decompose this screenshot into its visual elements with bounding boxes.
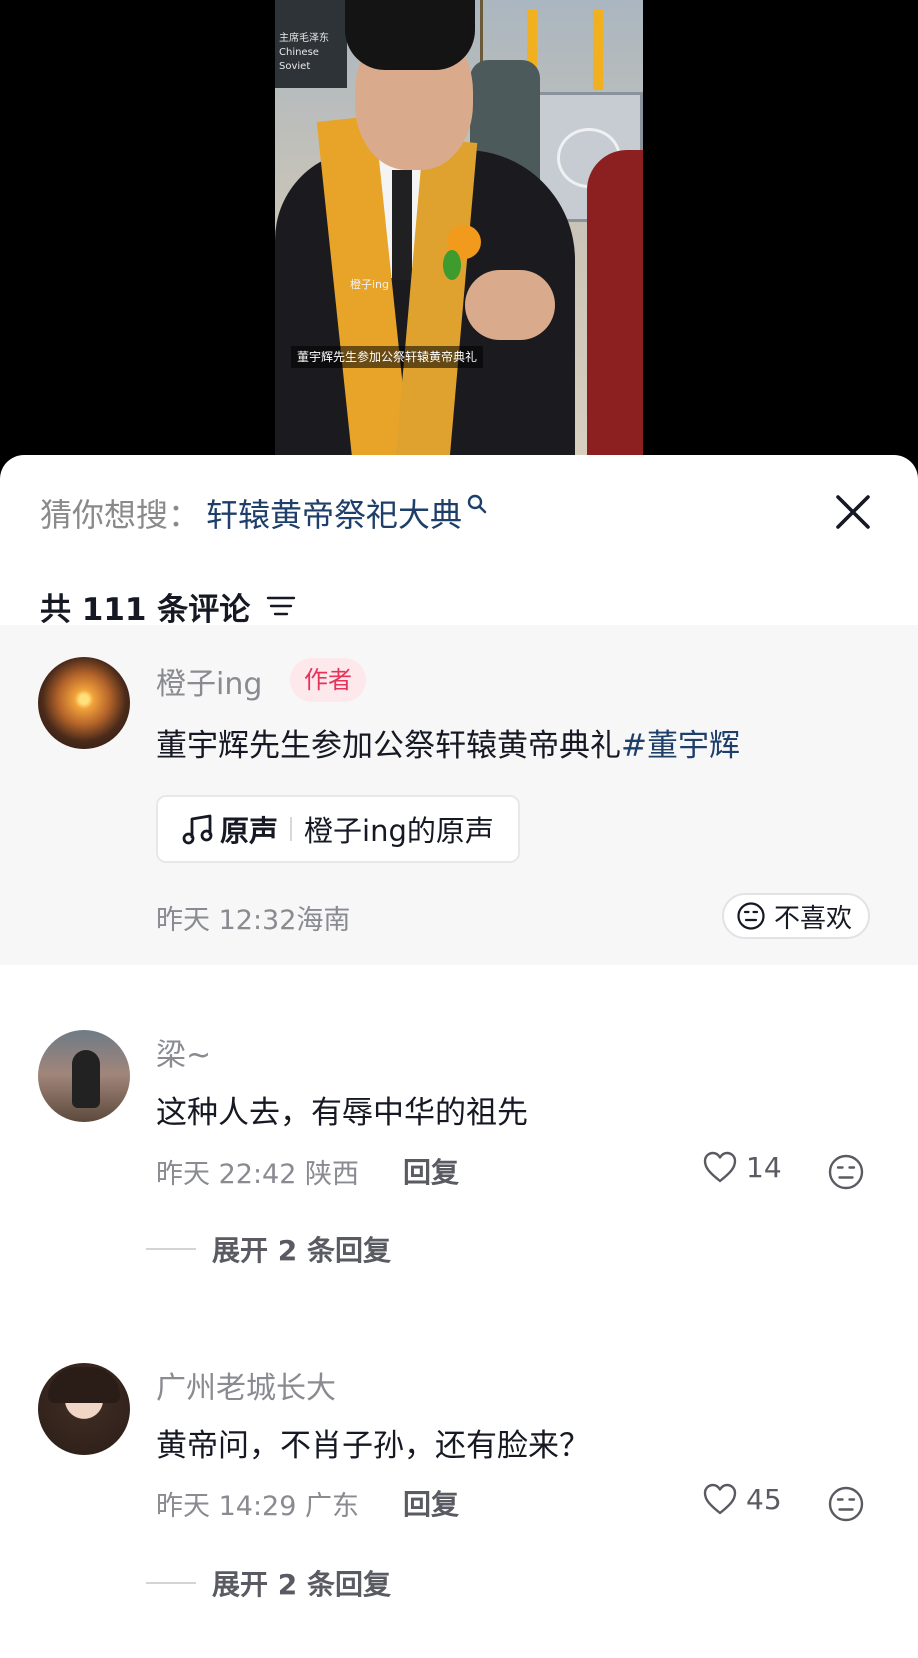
original-sound-chip[interactable]: 原声 橙子ing的原声 [156,795,520,863]
commenter-name[interactable]: 梁~ [156,1030,211,1074]
expand-replies-label: 展开 2 条回复 [212,1568,391,1601]
like-button[interactable]: 45 [702,1482,782,1516]
avatar-figure [72,1050,100,1108]
person-tie [392,170,412,280]
commenter-name[interactable]: 橙子ing [156,659,262,703]
like-count: 45 [746,1482,782,1516]
video-frame: 主席毛泽东 Chinese Soviet 橙子ing 董宇辉先生参加公祭轩辕黄帝… [275,0,643,470]
corsage-leaf [443,250,461,280]
dislike-button[interactable]: 不喜欢 [722,893,871,939]
person-hair [345,0,475,70]
video-player[interactable]: 主席毛泽东 Chinese Soviet 橙子ing 董宇辉先生参加公祭轩辕黄帝… [0,0,918,470]
comment-count-header: 共 111 条评论 [40,583,296,629]
music-note-icon [182,814,213,845]
heart-icon [703,1483,737,1515]
expand-divider [146,1248,196,1250]
sound-title: 橙子ing的原声 [304,814,494,848]
chip-divider [290,817,293,841]
sign-text: 主席毛泽东 Chinese Soviet [279,33,329,72]
expand-replies[interactable]: 展开 2 条回复 [146,1229,391,1269]
author-comment[interactable]: 橙子ing 作者 董宇辉先生参加公祭轩辕黄帝典礼#董宇辉 原声 橙子ing的原声… [0,625,918,965]
close-button[interactable] [826,485,880,539]
neutral-face-icon[interactable] [827,1153,865,1191]
suggestion-query[interactable]: 轩辕黄帝祭祀大典 [206,490,462,536]
background-sign: 主席毛泽东 Chinese Soviet [275,0,347,88]
hashtag-link[interactable]: #董宇辉 [621,728,740,764]
author-badge: 作者 [290,658,366,702]
avatar-hair [48,1367,120,1403]
comment-count: 共 111 条评论 [40,591,251,628]
comment-sheet: 猜你想搜： 轩辕黄帝祭祀大典 共 111 条评论 橙子ing 作者 董宇辉先生参… [0,455,918,1658]
dislike-label: 不喜欢 [774,903,853,934]
sound-label: 原声 [220,814,279,848]
sort-icon[interactable] [266,591,296,621]
reply-button[interactable]: 回复 [403,1483,459,1523]
expand-divider [146,1582,196,1584]
avatar[interactable] [38,1363,130,1455]
person-hands [465,270,555,340]
comment-text: 董宇辉先生参加公祭轩辕黄帝典礼#董宇辉 [156,720,740,765]
neutral-face-icon[interactable] [827,1485,865,1523]
search-icon [467,494,487,514]
neutral-face-icon [737,902,765,930]
suggestion-prefix: 猜你想搜： [40,496,201,534]
comment-meta: 昨天 22:42 陕西 [156,1159,359,1190]
comment-meta: 昨天 14:29 广东 [156,1491,359,1522]
comment-text: 黄帝问，不肖子孙，还有脸来？ [156,1428,590,1464]
like-button[interactable]: 14 [702,1150,782,1184]
video-caption: 董宇辉先生参加公祭轩辕黄帝典礼 [291,346,484,368]
expand-replies-label: 展开 2 条回复 [212,1234,391,1267]
search-suggestion[interactable]: 猜你想搜： 轩辕黄帝祭祀大典 [40,491,488,535]
commenter-name[interactable]: 广州老城长大 [156,1363,336,1407]
comment-text: 这种人去，有辱中华的祖先 [156,1095,528,1131]
expand-replies[interactable]: 展开 2 条回复 [146,1563,391,1603]
heart-icon [703,1151,737,1183]
close-icon [836,495,870,529]
avatar[interactable] [38,657,130,749]
person-right [587,150,643,470]
comment-body: 董宇辉先生参加公祭轩辕黄帝典礼 [156,728,621,764]
avatar[interactable] [38,1030,130,1122]
comment-meta: 昨天 12:32海南 [156,905,351,936]
video-watermark: 橙子ing [350,278,390,291]
like-count: 14 [746,1150,782,1184]
reply-button[interactable]: 回复 [403,1151,459,1191]
flag [593,10,603,90]
